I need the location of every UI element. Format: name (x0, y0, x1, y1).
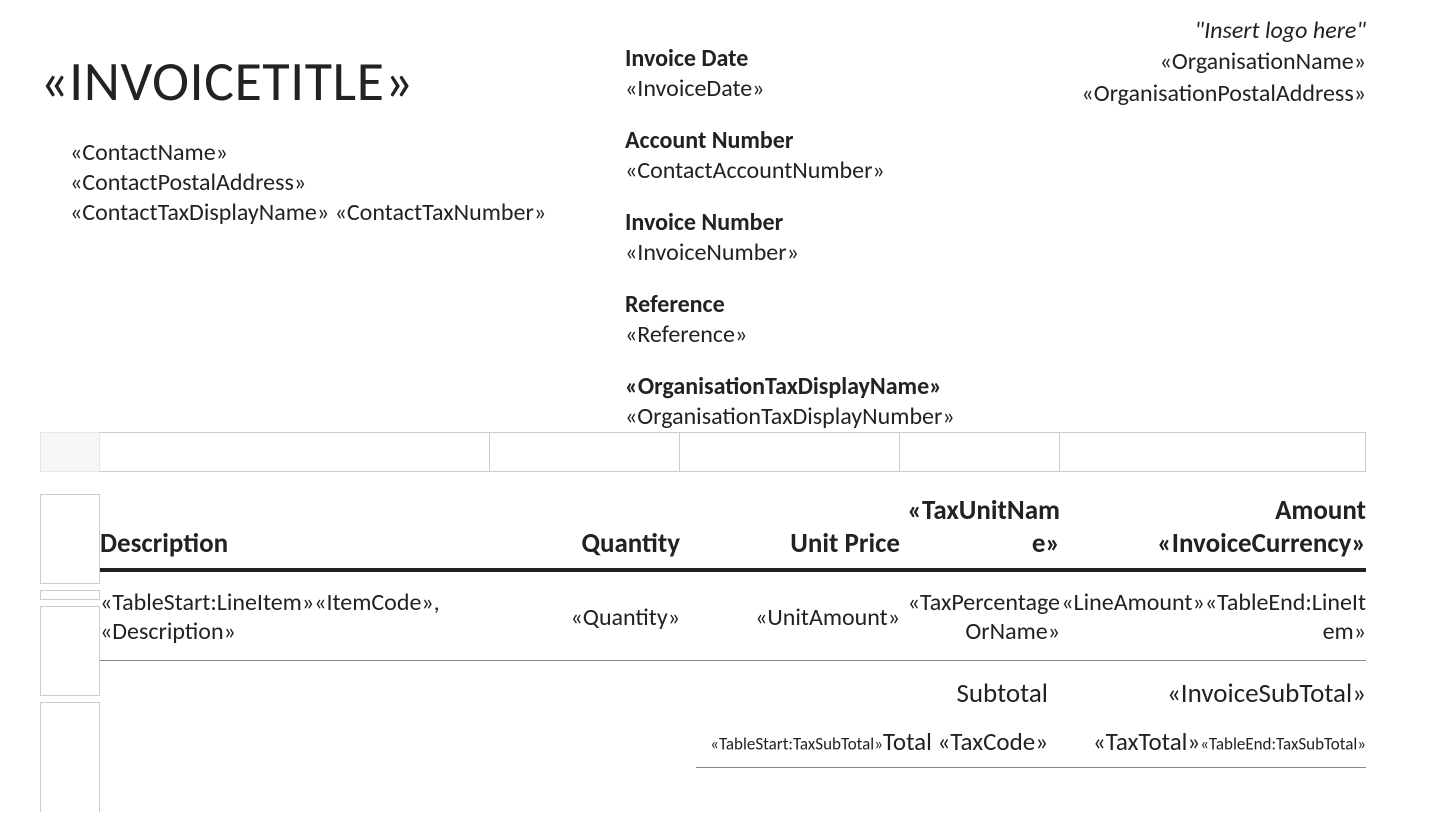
grid-cell (100, 432, 490, 472)
subtotal-row: Subtotal «InvoiceSubTotal» (696, 667, 1366, 716)
header-left: «INVOICETITLE» «ContactName» «ContactPos… (40, 16, 595, 432)
reference-value: «Reference» (625, 320, 995, 350)
td-tax-pct: «TaxPercentageOrName» (900, 588, 1060, 646)
line-items-table: Description Quantity Unit Price «TaxUnit… (40, 474, 1366, 812)
td-line-amount: «LineAmount»«TableEnd:LineItem» (1060, 588, 1366, 646)
grid-cell (900, 432, 1060, 472)
header: «INVOICETITLE» «ContactName» «ContactPos… (40, 16, 1366, 432)
org-tax-display-number: «OrganisationTaxDisplayNumber» (625, 402, 995, 432)
tax-total-row: «TableStart:TaxSubTotal»Total «TaxCode» … (696, 716, 1366, 768)
stub-cell (40, 494, 100, 584)
th-amount-line1: Amount (1275, 494, 1366, 527)
invoice-title: «INVOICETITLE» (40, 48, 595, 116)
table-stub-column (40, 474, 100, 812)
invoice-number-value: «InvoiceNumber» (625, 238, 995, 268)
th-amount-line2: «InvoiceCurrency» (1157, 527, 1366, 560)
table-main: Description Quantity Unit Price «TaxUnit… (100, 474, 1366, 812)
tax-label-text: Total «TaxCode» (883, 726, 1048, 757)
stub-cell (40, 606, 100, 696)
subtotal-value: «InvoiceSubTotal» (1076, 677, 1366, 710)
grid-stub-cell (40, 432, 100, 472)
grid-cell (1060, 432, 1366, 472)
th-amount: Amount «InvoiceCurrency» (1060, 494, 1366, 560)
invoice-number-label: Invoice Number (625, 208, 995, 238)
contact-tax-display: «ContactTaxDisplayName» (70, 198, 329, 227)
td-description: «TableStart:LineItem»«ItemCode», «Descri… (100, 588, 490, 646)
th-description: Description (100, 527, 490, 560)
meta-invoice-date: Invoice Date «InvoiceDate» (625, 44, 995, 104)
logo-placeholder: "Insert logo here" (1025, 16, 1366, 45)
meta-account-number: Account Number «ContactAccountNumber» (625, 126, 995, 186)
totals-section: Subtotal «InvoiceSubTotal» «TableStart:T… (100, 667, 1366, 768)
contact-name: «ContactName» (70, 138, 595, 168)
contact-tax: «ContactTaxDisplayName» «ContactTaxNumbe… (70, 198, 595, 228)
layout-grid-row (40, 432, 1366, 472)
contact-tax-number: «ContactTaxNumber» (335, 198, 547, 227)
stub-cell (40, 590, 100, 600)
tax-total-label: «TableStart:TaxSubTotal»Total «TaxCode» (696, 726, 1076, 757)
account-number-label: Account Number (625, 126, 995, 156)
grid-cell (680, 432, 900, 472)
meta-org-tax: «OrganisationTaxDisplayName» «Organisati… (625, 372, 995, 432)
grid-cell (490, 432, 680, 472)
meta-reference: Reference «Reference» (625, 290, 995, 350)
table-header-row: Description Quantity Unit Price «TaxUnit… (100, 494, 1366, 572)
header-right: "Insert logo here" «OrganisationName» «O… (1025, 16, 1366, 432)
account-number-value: «ContactAccountNumber» (625, 156, 995, 186)
contact-block: «ContactName» «ContactPostalAddress» «Co… (70, 138, 595, 228)
tax-value-text: «TaxTotal» (1093, 726, 1200, 757)
reference-label: Reference (625, 290, 995, 320)
th-tax: «TaxUnitName» (900, 494, 1060, 560)
invoice-template: «INVOICETITLE» «ContactName» «ContactPos… (0, 0, 1438, 812)
tax-prefix: «TableStart:TaxSubTotal» (710, 734, 883, 755)
header-mid: Invoice Date «InvoiceDate» Account Numbe… (625, 16, 995, 432)
tax-suffix: «TableEnd:TaxSubTotal» (1200, 734, 1366, 755)
subtotal-label: Subtotal (696, 677, 1076, 710)
org-tax-display-label: «OrganisationTaxDisplayName» (625, 372, 995, 402)
td-unit-amount: «UnitAmount» (680, 603, 900, 632)
th-unit-price: Unit Price (680, 527, 900, 560)
invoice-date-label: Invoice Date (625, 44, 995, 74)
meta-invoice-number: Invoice Number «InvoiceNumber» (625, 208, 995, 268)
td-quantity: «Quantity» (490, 603, 680, 632)
contact-postal: «ContactPostalAddress» (70, 168, 595, 198)
invoice-date-value: «InvoiceDate» (625, 74, 995, 104)
org-postal: «OrganisationPostalAddress» (1025, 79, 1366, 109)
th-quantity: Quantity (490, 527, 680, 560)
table-row: «TableStart:LineItem»«ItemCode», «Descri… (100, 572, 1366, 661)
tax-total-value: «TaxTotal»«TableEnd:TaxSubTotal» (1076, 726, 1366, 757)
stub-cell (40, 702, 100, 812)
org-name: «OrganisationName» (1025, 47, 1366, 77)
